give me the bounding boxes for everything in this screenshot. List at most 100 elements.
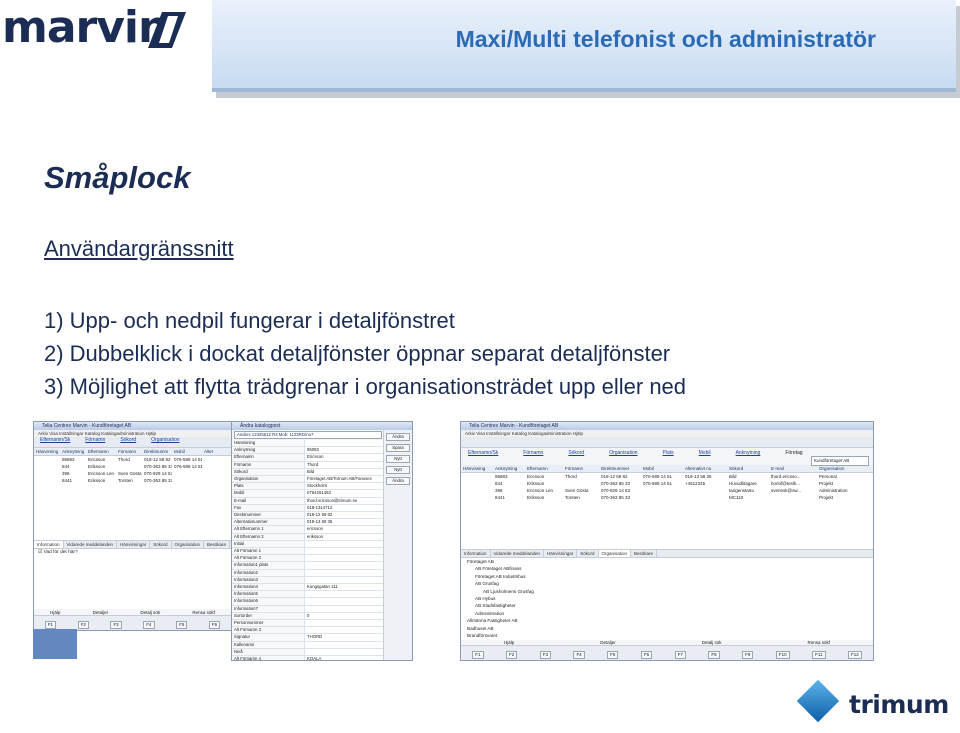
field-input[interactable] (305, 540, 383, 548)
tree-node[interactable]: Badhuset AB (467, 625, 873, 632)
table-row[interactable]: 396 Ericsson Len Sven Gösta 070-929 14 53 (34, 470, 231, 477)
entry-dropdown[interactable]: Anders 12345612 R4 Mob: 1123RD/no7 (234, 431, 382, 439)
field-input[interactable] (305, 576, 383, 584)
tree-node[interactable]: AB Grusfag (467, 580, 873, 587)
search-link[interactable]: Plats (660, 450, 674, 457)
fkey-button[interactable]: F8 (708, 651, 720, 659)
tree-node[interactable]: AB Stadsfastigheter (467, 602, 873, 609)
field-input[interactable]: 0 (305, 612, 383, 620)
fkey-button[interactable]: F4 (143, 621, 155, 629)
column-header[interactable]: Alter (202, 448, 220, 455)
field-input[interactable] (305, 591, 383, 598)
tab-messages[interactable]: Vidarede meddelanden (64, 541, 117, 548)
field-input[interactable]: Stockholm (305, 483, 383, 490)
search-link[interactable]: Organisation (148, 437, 179, 447)
table-row[interactable]: 95883 Ericsson Thord 018-12 59 82 070-589 14… (461, 473, 873, 480)
search-link[interactable]: Efternamn/Sk (465, 450, 498, 457)
tab-hanvisningar[interactable]: Hänvisningar (544, 550, 578, 557)
column-header[interactable]: Förnamn (563, 465, 599, 472)
column-header[interactable]: Efternamn (86, 448, 116, 455)
field-input[interactable] (305, 627, 383, 634)
search-link[interactable]: Sökord (117, 437, 136, 447)
field-input[interactable]: 018-1314712 (305, 504, 383, 512)
tab-sokord[interactable]: Sökord (150, 541, 172, 548)
column-header[interactable]: Organisation (817, 465, 873, 472)
fkey-button[interactable]: F7 (674, 651, 686, 659)
fkey-button[interactable]: F6 (208, 621, 221, 629)
search-link[interactable]: Organisation (606, 450, 637, 457)
column-header[interactable]: E-mail (769, 465, 817, 472)
table-row[interactable]: 844 Eriksson 070-363 85 33 070-589 14 51 +46… (461, 480, 873, 487)
tree-node[interactable]: Företaget AB Industrihus (467, 573, 873, 580)
field-input[interactable] (305, 548, 383, 555)
column-header[interactable]: Hänvisning (34, 448, 60, 455)
field-input[interactable] (305, 648, 383, 656)
company-select[interactable]: Kundföretaget AB (811, 456, 869, 466)
tab-hanvisningar[interactable]: Hänvisningar (117, 541, 151, 548)
tree-node[interactable]: Allmänna Fastigheter AB (467, 617, 873, 624)
table-row[interactable]: 396 Ericsson Len Sven Gösta 070-929 14 53 ta… (461, 487, 873, 494)
search-link[interactable]: Efternamn/Sk (37, 437, 70, 447)
field-input[interactable] (305, 598, 383, 605)
save-button[interactable]: Spara (386, 444, 410, 452)
fkey-button[interactable]: F3 (110, 621, 122, 629)
search-link[interactable]: Förnamn (82, 437, 105, 447)
column-header[interactable]: Efternamn (525, 465, 563, 472)
table-row[interactable]: 8441 Eriksson Torsten 070-363 85 33 MC110 Pro… (461, 494, 873, 501)
column-header[interactable]: Mobil (172, 448, 202, 455)
column-header[interactable]: Alternativt nu (683, 465, 727, 472)
tab-besokare[interactable]: Besökare (204, 541, 231, 548)
search-link[interactable]: Sökord (565, 450, 584, 457)
field-input[interactable]: Ericsson (305, 454, 383, 461)
fkey-button[interactable]: F12 (847, 651, 862, 659)
field-input[interactable]: Kungsgatan 111 (305, 584, 383, 591)
field-input[interactable] (305, 555, 383, 562)
field-input[interactable]: KOALA (305, 656, 383, 660)
field-input[interactable]: 95083 (305, 447, 383, 454)
fkey-button[interactable]: F6 (640, 651, 653, 659)
tree-node[interactable]: AB Ljusholmens Grusfag (467, 588, 873, 595)
tab-sokord[interactable]: Sökord (577, 550, 599, 557)
field-input[interactable] (305, 440, 383, 447)
field-input[interactable] (305, 641, 383, 648)
field-input[interactable]: 018-12 59 82 (305, 512, 383, 519)
field-input[interactable] (305, 562, 383, 569)
field-input[interactable]: eriksson (305, 533, 383, 540)
field-input[interactable]: thord.ericsson@trimum.se (305, 497, 383, 504)
field-input[interactable] (305, 620, 383, 627)
field-input[interactable] (305, 569, 383, 576)
column-header[interactable]: Förnamn (116, 448, 142, 455)
field-input[interactable]: ericsson (305, 526, 383, 533)
field-input[interactable]: 0764261453 (305, 490, 383, 497)
table-row[interactable]: 844 Eriksson 070-363 85 33 076-589 14 51 (34, 463, 231, 470)
tree-node[interactable]: Företaget AB (467, 558, 873, 565)
fkey-button[interactable]: F2 (505, 651, 518, 659)
table-row[interactable]: 8441 Eriksson Torsten 070-363 85 33 (34, 477, 231, 484)
fkey-button[interactable]: F4 (573, 651, 585, 659)
tab-organisation[interactable]: Organisation (598, 550, 632, 557)
fkey-button[interactable]: F1 (44, 621, 57, 629)
field-input[interactable]: 018-13 58 35 (305, 519, 383, 526)
fkey-button[interactable]: F5 (607, 651, 619, 659)
tab-organisation[interactable]: Organisation (172, 541, 205, 548)
fkey-button[interactable]: F10 (775, 651, 790, 659)
change-button[interactable]: Ändra (386, 433, 410, 441)
column-header[interactable]: Anknytning (60, 448, 86, 455)
fkey-button[interactable]: F9 (742, 651, 754, 659)
field-input[interactable]: Företaget AB/Tornum AB/Fanosec (305, 476, 383, 483)
field-input[interactable]: THORD (305, 634, 383, 641)
column-header[interactable]: Direktnumm (142, 448, 172, 455)
fkey-button[interactable]: F3 (539, 651, 551, 659)
search-link[interactable]: Anknytning (733, 450, 761, 457)
tree-node[interactable]: AB Hybus (467, 595, 873, 602)
field-input[interactable]: Bild (305, 468, 383, 476)
field-input[interactable]: Thord (305, 461, 383, 468)
tree-node[interactable]: Administration (467, 610, 873, 617)
tab-besokare[interactable]: Besökare (631, 550, 658, 557)
column-header[interactable]: Hänvisning (461, 465, 493, 472)
new-button[interactable]: Nytt (386, 466, 410, 474)
search-link[interactable]: Mobil (696, 450, 711, 457)
table-row[interactable]: 95883 Ericsson Thord 018-12 59 82 076-589 14… (34, 456, 231, 463)
fkey-button[interactable]: F5 (176, 621, 188, 629)
tab-messages[interactable]: Vidarede meddelanden (491, 550, 544, 557)
